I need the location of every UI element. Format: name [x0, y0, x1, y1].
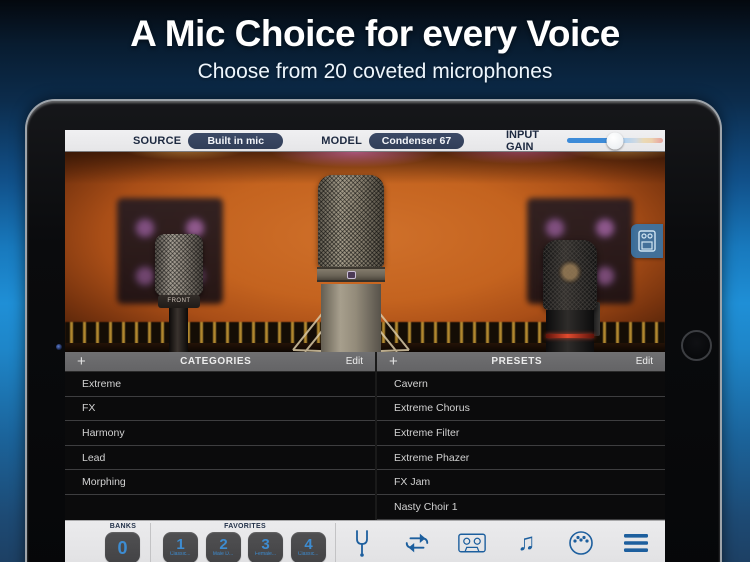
preset-item[interactable]: FX Jam: [377, 470, 665, 495]
categories-panel: + CATEGORIES Edit Extreme FX Harmony Lea…: [65, 352, 375, 520]
music-notes-glyph: ♫: [517, 530, 535, 556]
effects-pedal-button[interactable]: [631, 224, 663, 258]
home-button[interactable]: [681, 330, 712, 361]
category-item[interactable]: FX: [65, 397, 375, 422]
model-select[interactable]: Condenser 67: [369, 133, 464, 149]
tuning-fork-icon[interactable]: [348, 529, 376, 557]
mic-center[interactable]: [318, 175, 384, 267]
front-camera-icon: [56, 344, 62, 350]
bank-0-button[interactable]: 0: [105, 532, 140, 562]
category-item[interactable]: Morphing: [65, 470, 375, 495]
presets-panel: + PRESETS Edit Cavern Extreme Chorus Ext…: [377, 352, 665, 520]
preset-item[interactable]: Cavern: [377, 372, 665, 397]
ipad-frame: SOURCE Built in mic MODEL Condenser 67 I…: [25, 99, 722, 562]
categories-title: CATEGORIES: [86, 356, 346, 367]
toolbar-separator: [335, 523, 336, 562]
favorite-name: Male D...: [213, 551, 233, 557]
bank-number: 0: [117, 539, 127, 557]
input-gain-label: INPUT GAIN: [506, 130, 559, 153]
favorite-number: 4: [304, 538, 312, 551]
app-screen: SOURCE Built in mic MODEL Condenser 67 I…: [65, 130, 665, 562]
mic-left-front-label: FRONT: [158, 295, 200, 308]
mic-right[interactable]: [543, 240, 597, 310]
hero-title: A Mic Choice for every Voice: [0, 13, 750, 55]
banks-label: BANKS: [99, 523, 147, 530]
favorite-4-button[interactable]: 4 Classic...: [291, 532, 326, 562]
bottom-toolbar: BANKS 0 FAVORITES 1 Classic... 2 Male D.…: [65, 520, 665, 562]
favorite-3-button[interactable]: 3 Female...: [248, 532, 283, 562]
favorite-name: Classic...: [298, 551, 319, 557]
hero-subtitle: Choose from 20 coveted microphones: [0, 60, 750, 84]
categories-header: + CATEGORIES Edit: [65, 352, 375, 372]
input-gain-thumb[interactable]: [606, 132, 623, 149]
top-toolbar: SOURCE Built in mic MODEL Condenser 67 I…: [65, 130, 665, 152]
mic-left[interactable]: [155, 234, 203, 296]
promo-background: A Mic Choice for every Voice Choose from…: [0, 0, 750, 562]
preset-item[interactable]: Nasty Choir 1: [377, 495, 665, 520]
category-item[interactable]: Extreme: [65, 372, 375, 397]
source-label: SOURCE: [133, 135, 181, 147]
favorite-name: Classic...: [170, 551, 191, 557]
preset-item[interactable]: Extreme Phazer: [377, 446, 665, 471]
mode-icons: ♫: [348, 527, 650, 559]
tape-recorder-icon[interactable]: [458, 529, 486, 557]
loop-icon[interactable]: [403, 529, 431, 557]
mic-center-body: [321, 284, 381, 352]
favorite-2-button[interactable]: 2 Male D...: [206, 532, 241, 562]
input-gain-slider[interactable]: [567, 138, 663, 143]
favorite-number: 3: [261, 538, 269, 551]
categories-list: Extreme FX Harmony Lead Morphing: [65, 372, 375, 520]
presets-list: Cavern Extreme Chorus Extreme Filter Ext…: [377, 372, 665, 520]
stompbox-icon: [638, 230, 656, 252]
model-label: MODEL: [321, 135, 362, 147]
list-panels: + CATEGORIES Edit Extreme FX Harmony Lea…: [65, 352, 665, 520]
mic-brand-logo-icon: [347, 271, 356, 279]
midi-icon[interactable]: [567, 529, 595, 557]
toolbar-separator: [150, 523, 151, 562]
mic-right-red-ring: [546, 334, 594, 338]
add-category-button[interactable]: +: [77, 353, 86, 371]
favorite-number: 2: [219, 538, 227, 551]
presets-edit-button[interactable]: Edit: [636, 356, 653, 367]
favorites-label: FAVORITES: [203, 523, 287, 530]
mic-scene: FRONT: [65, 152, 665, 352]
preset-item[interactable]: Extreme Filter: [377, 421, 665, 446]
categories-edit-button[interactable]: Edit: [346, 356, 363, 367]
music-notes-icon[interactable]: ♫: [512, 529, 540, 557]
menu-icon[interactable]: [622, 529, 650, 557]
category-empty-row: [65, 495, 375, 520]
favorite-number: 1: [176, 538, 184, 551]
category-item[interactable]: Lead: [65, 446, 375, 471]
presets-header: + PRESETS Edit: [377, 352, 665, 372]
favorite-1-button[interactable]: 1 Classic...: [163, 532, 198, 562]
preset-item[interactable]: Extreme Chorus: [377, 397, 665, 422]
mic-right-body: [546, 310, 594, 352]
presets-title: PRESETS: [398, 356, 636, 367]
category-item[interactable]: Harmony: [65, 421, 375, 446]
source-select[interactable]: Built in mic: [188, 133, 283, 149]
favorite-name: Female...: [255, 551, 276, 557]
mic-left-stand: [169, 308, 188, 352]
mic-center-band: [317, 267, 385, 282]
add-preset-button[interactable]: +: [389, 353, 398, 371]
